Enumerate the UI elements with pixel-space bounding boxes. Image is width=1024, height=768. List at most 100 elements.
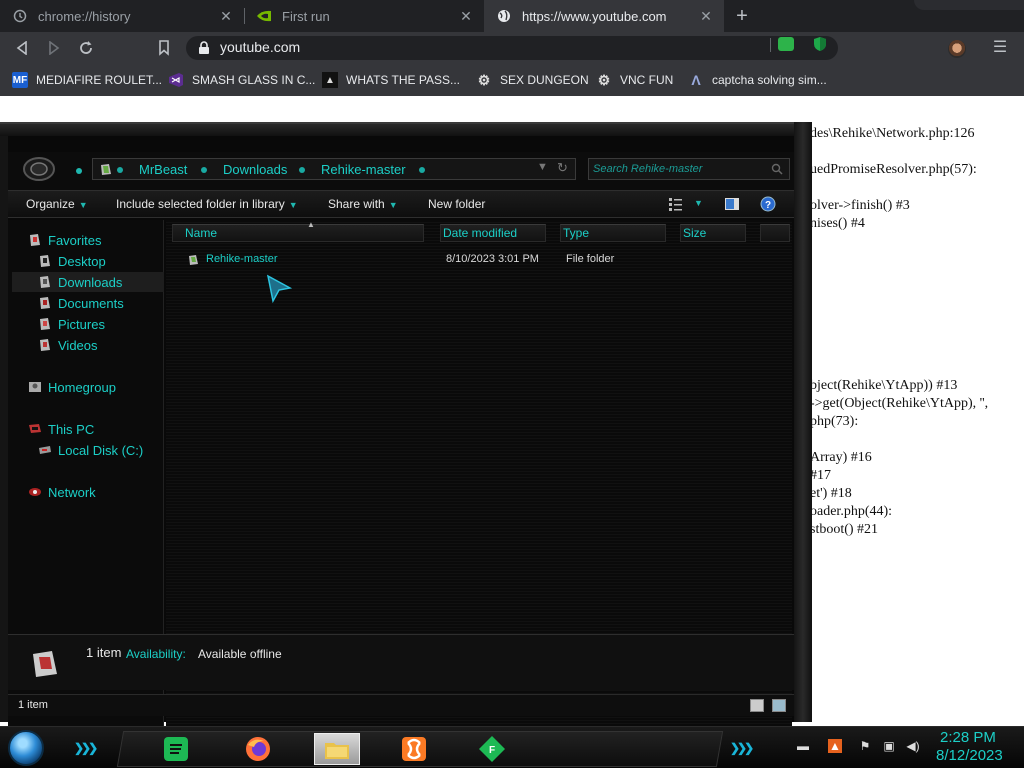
nav-desktop[interactable]: Desktop [38,251,106,271]
bookmark-vnc-fun[interactable]: ⚙ VNC FUN [596,70,674,90]
address-bar[interactable]: youtube.com [186,36,838,60]
share-with-button[interactable]: Share with ▼ [328,197,398,211]
url-text: youtube.com [220,39,301,55]
column-header-size[interactable]: Size [680,224,746,242]
profile-avatar[interactable] [948,40,966,58]
nav-local-disk[interactable]: Local Disk (C:) [38,440,143,460]
history-icon [12,8,28,24]
help-icon[interactable]: ? [760,196,776,212]
taskbar-clock-date[interactable]: 8/12/2023 [936,747,1003,764]
bookmark-sex-dungeon[interactable]: ⚙ SEX DUNGEON [476,70,589,90]
error-line: ->get(Object(Rehike\YtApp), '', [810,396,989,411]
breadcrumb-separator[interactable] [299,167,305,173]
error-line: oader.php(44): [810,504,893,519]
back-button[interactable] [10,36,34,60]
new-tab-button[interactable]: + [730,4,754,28]
browser-toolbar: youtube.com ☰ [0,32,1024,64]
network-status-icon[interactable]: ▣ [882,739,896,753]
chevron-down-icon[interactable]: ▼ [694,198,703,208]
error-line: #17 [810,468,831,483]
bookmark-whats-the-pass[interactable]: ▲ WHATS THE PASS... [322,70,460,90]
large-icons-view-icon[interactable] [772,699,786,712]
error-line: des\Rehike\Network.php:126 [810,126,975,141]
nav-downloads[interactable]: Downloads [12,272,164,292]
spotify-icon[interactable] [156,733,196,765]
lambda-icon: Λ [691,72,701,88]
file-explorer-icon[interactable] [314,733,360,765]
new-folder-button[interactable]: New folder [428,197,485,211]
breadcrumb-separator[interactable] [419,167,425,173]
nav-homegroup[interactable]: Homegroup [28,377,116,397]
favorites-star-icon [30,234,40,246]
nav-videos[interactable]: Videos [38,335,98,355]
command-label: Share with [328,197,385,211]
search-input[interactable] [593,161,753,177]
breadcrumb-separator [117,167,123,173]
history-dropdown-icon[interactable] [76,168,82,174]
visual-studio-icon [168,72,184,88]
forward-button[interactable] [42,36,66,60]
taskbar-clock-time[interactable]: 2:28 PM [940,729,996,746]
chat-extension-icon[interactable] [778,37,794,51]
column-header-type[interactable]: Type [560,224,666,242]
folder-icon [189,255,198,265]
close-icon[interactable]: ✕ [218,8,234,24]
firefox-icon[interactable] [238,733,278,765]
column-header-extra[interactable] [760,224,790,242]
nav-documents[interactable]: Documents [38,293,124,313]
file-explorer-window: MrBeast Downloads Rehike-master ▼ ↻ Orga… [0,122,812,732]
details-view-icon[interactable] [750,699,764,712]
view-options-icon[interactable] [668,196,684,212]
bookmark-smash-glass[interactable]: SMASH GLASS IN C... [168,70,315,90]
include-in-library-button[interactable]: Include selected folder in library ▼ [116,197,298,211]
tray-app-icon[interactable]: ▲ [828,739,842,753]
show-hidden-icons[interactable]: ▬ [796,739,810,753]
refresh-icon[interactable]: ↻ [557,160,568,176]
volume-icon[interactable]: ◀) [906,739,920,753]
bookmark-captcha-solving[interactable]: Λ captcha solving sim... [688,70,826,90]
nav-favorites[interactable]: Favorites [28,230,101,250]
taskbar: ❯❯❯ F ❯❯❯ ▬ ▲ ⚑ ▣ ◀) 2:28 PM 8/12/2023 [0,726,1024,768]
breadcrumb-rehike-master[interactable]: Rehike-master [321,162,406,177]
hard-drive-icon [39,446,51,454]
chevron-down-icon[interactable]: ▼ [537,161,548,173]
error-line: olver->finish() #3 [810,198,910,213]
breadcrumb-separator[interactable] [201,167,207,173]
f-app-icon[interactable]: F [472,733,512,765]
explorer-search-box[interactable] [588,158,790,180]
action-center-flag-icon[interactable]: ⚑ [858,739,872,753]
nav-network[interactable]: Network [28,482,96,502]
table-row[interactable]: Rehike-master 8/10/2023 3:01 PM File fol… [166,250,792,270]
explorer-address-bar[interactable]: MrBeast Downloads Rehike-master ▼ ↻ [92,158,576,180]
breadcrumb-mrbeast[interactable]: MrBeast [139,162,187,177]
bookmark-icon[interactable] [152,36,176,60]
nav-pictures[interactable]: Pictures [38,314,105,334]
shield-icon[interactable] [812,36,828,52]
back-forward-orb-icon[interactable] [22,156,56,182]
reload-button[interactable] [74,36,98,60]
column-header-date[interactable]: Date modified [440,224,546,242]
close-icon[interactable]: ✕ [458,8,474,24]
search-icon[interactable] [771,163,783,175]
breadcrumb-downloads[interactable]: Downloads [223,162,287,177]
preview-pane-icon[interactable] [724,196,740,212]
column-header-name[interactable]: Name ▲ [172,220,424,242]
xampp-icon[interactable] [394,733,434,765]
window-title-bar[interactable] [0,122,812,136]
tab-youtube[interactable]: https://www.youtube.com ✕ [484,0,724,32]
menu-icon[interactable]: ☰ [990,38,1010,58]
nav-label: Downloads [58,274,123,290]
nav-label: Videos [58,337,98,353]
error-line: et') #18 [810,486,852,501]
nav-label: Local Disk (C:) [58,442,144,458]
globe-icon [496,8,512,24]
tab-first-run[interactable]: First run ✕ [244,0,484,32]
nav-this-pc[interactable]: This PC [28,419,94,439]
navigation-bar: MrBeast Downloads Rehike-master ▼ ↻ [8,152,794,190]
tab-history[interactable]: chrome://history ✕ [0,0,244,32]
close-icon[interactable]: ✕ [698,8,714,24]
start-button[interactable] [8,730,44,766]
organize-button[interactable]: Organize ▼ [26,197,88,211]
nav-label: Network [48,484,96,500]
bookmark-mediafire[interactable]: MF MEDIAFIRE ROULET... [12,70,162,90]
